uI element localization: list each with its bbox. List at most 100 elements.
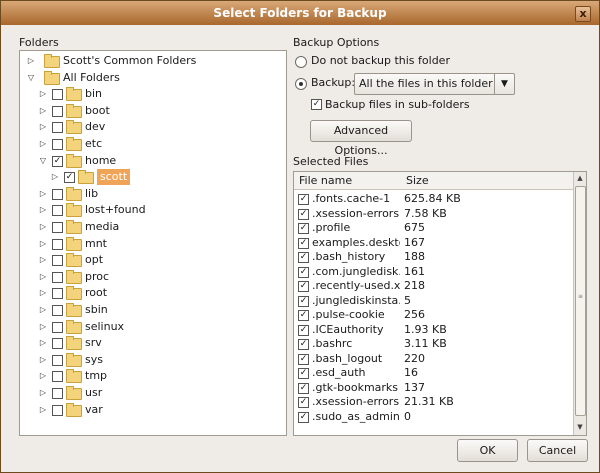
ok-button[interactable]: OK: [457, 439, 518, 462]
scroll-down-arrow-icon[interactable]: ▼: [574, 421, 586, 433]
expander-closed-icon[interactable]: ▷: [38, 202, 48, 218]
expander-open-icon[interactable]: ▽: [38, 153, 48, 169]
backup-label[interactable]: Backup:: [311, 76, 355, 89]
expander-open-icon[interactable]: ▽: [26, 70, 36, 86]
file-checkbox[interactable]: ✓: [298, 266, 309, 278]
expander-closed-icon[interactable]: ▷: [38, 319, 48, 335]
scroll-up-arrow-icon[interactable]: ▲: [574, 172, 586, 184]
file-checkbox[interactable]: ✓: [298, 324, 309, 336]
folder-checkbox[interactable]: [52, 222, 63, 233]
folder-checkbox[interactable]: [52, 238, 63, 250]
tree-row[interactable]: ▷ boot: [20, 103, 284, 119]
folder-checkbox[interactable]: [52, 321, 63, 333]
file-checkbox[interactable]: ✓: [298, 382, 309, 394]
tree-row[interactable]: ▷ etc: [20, 136, 284, 152]
folder-tree[interactable]: ▷ Scott's Common Folders ▽ All Folders ▷ bin ▷…: [19, 50, 287, 436]
tree-row[interactable]: ▷ usr: [20, 385, 284, 401]
column-size[interactable]: Size: [406, 174, 429, 187]
file-checkbox[interactable]: ✓: [298, 281, 309, 292]
expander-closed-icon[interactable]: ▷: [38, 119, 48, 135]
expander-closed-icon[interactable]: ▷: [38, 269, 48, 285]
expander-closed-icon[interactable]: ▷: [38, 186, 48, 202]
tree-row[interactable]: ▽ All Folders: [20, 70, 284, 86]
expander-closed-icon[interactable]: ▷: [38, 335, 48, 351]
title-bar[interactable]: Select Folders for Backup x: [1, 1, 599, 25]
expander-closed-icon[interactable]: ▷: [50, 169, 60, 185]
file-checkbox[interactable]: ✓: [298, 295, 309, 307]
tree-row[interactable]: ▷ root: [20, 285, 284, 301]
close-button[interactable]: x: [575, 6, 591, 22]
expander-closed-icon[interactable]: ▷: [38, 103, 48, 119]
column-file-name[interactable]: File name: [299, 174, 352, 187]
tree-row[interactable]: ▽ ✓ home: [20, 153, 284, 169]
backup-mode-dropdown[interactable]: All the files in this folder ▼: [354, 73, 515, 95]
tree-row[interactable]: ▷ tmp: [20, 368, 284, 384]
tree-row[interactable]: ▷ dev: [20, 119, 284, 135]
file-checkbox[interactable]: ✓: [298, 397, 309, 408]
folder-checkbox[interactable]: [52, 255, 63, 267]
folder-checkbox[interactable]: [52, 404, 63, 416]
expander-closed-icon[interactable]: ▷: [38, 285, 48, 301]
advanced-options-button[interactable]: Advanced Options...: [310, 120, 412, 157]
expander-closed-icon[interactable]: ▷: [38, 219, 48, 235]
tree-row[interactable]: ▷ srv: [20, 335, 284, 351]
file-checkbox[interactable]: ✓: [298, 252, 309, 263]
file-checkbox[interactable]: ✓: [298, 411, 309, 423]
file-checkbox[interactable]: ✓: [298, 368, 309, 379]
tree-row[interactable]: ▷ lost+found: [20, 202, 284, 218]
folder-checkbox[interactable]: [52, 371, 63, 383]
expander-closed-icon[interactable]: ▷: [38, 352, 48, 368]
no-backup-radio[interactable]: [295, 56, 307, 68]
expander-closed-icon[interactable]: ▷: [38, 302, 48, 318]
scroll-thumb[interactable]: ≡: [575, 186, 586, 416]
files-scrollbar[interactable]: ▲ ≡ ▼: [573, 172, 586, 435]
file-checkbox[interactable]: ✓: [298, 353, 309, 365]
tree-row[interactable]: ▷ mnt: [20, 236, 284, 252]
file-checkbox[interactable]: ✓: [298, 194, 309, 205]
folder-checkbox[interactable]: [52, 354, 63, 366]
expander-closed-icon[interactable]: ▷: [38, 385, 48, 401]
expander-closed-icon[interactable]: ▷: [38, 86, 48, 102]
selected-files-list[interactable]: File name Size ✓ .fonts.cache-1 625.84 KB ✓…: [293, 171, 587, 436]
file-row[interactable]: ✓.sudo_as_admin... 0: [294, 409, 584, 425]
expander-closed-icon[interactable]: ▷: [38, 402, 48, 418]
file-checkbox[interactable]: ✓: [298, 339, 309, 350]
folder-checkbox[interactable]: [52, 139, 63, 150]
file-checkbox[interactable]: ✓: [298, 208, 309, 220]
folder-checkbox[interactable]: [52, 122, 63, 134]
backup-radio[interactable]: [295, 78, 307, 90]
tree-row[interactable]: ▷ opt: [20, 252, 284, 268]
folder-checkbox[interactable]: [52, 89, 63, 101]
tree-row[interactable]: ▷ var: [20, 402, 284, 418]
folder-checkbox[interactable]: [52, 271, 63, 283]
folder-checkbox[interactable]: [52, 388, 63, 399]
subfolders-label[interactable]: Backup files in sub-folders: [325, 98, 470, 111]
subfolders-checkbox[interactable]: ✓: [311, 99, 322, 110]
expander-closed-icon[interactable]: ▷: [38, 136, 48, 152]
folder-checkbox[interactable]: ✓: [64, 172, 75, 184]
folder-checkbox[interactable]: [52, 338, 63, 350]
tree-row[interactable]: ▷ selinux: [20, 319, 284, 335]
cancel-button[interactable]: Cancel: [527, 439, 588, 462]
expander-closed-icon[interactable]: ▷: [38, 252, 48, 268]
expander-closed-icon[interactable]: ▷: [38, 236, 48, 252]
folder-checkbox[interactable]: ✓: [52, 155, 63, 167]
no-backup-label[interactable]: Do not backup this folder: [311, 54, 450, 67]
expander-closed-icon[interactable]: ▷: [38, 368, 48, 384]
tree-row[interactable]: ▷ proc: [20, 269, 284, 285]
folder-checkbox[interactable]: [52, 305, 63, 316]
tree-row[interactable]: ▷ media: [20, 219, 284, 235]
file-checkbox[interactable]: ✓: [298, 237, 309, 249]
tree-row[interactable]: ▷ Scott's Common Folders: [20, 53, 284, 69]
folder-checkbox[interactable]: [52, 105, 63, 117]
expander-closed-icon[interactable]: ▷: [26, 53, 36, 69]
tree-row[interactable]: ▷ lib: [20, 186, 284, 202]
tree-row[interactable]: ▷ ✓ scott: [20, 169, 284, 186]
file-checkbox[interactable]: ✓: [298, 310, 309, 321]
tree-row[interactable]: ▷ sys: [20, 352, 284, 368]
tree-row[interactable]: ▷ bin: [20, 86, 284, 102]
file-checkbox[interactable]: ✓: [298, 223, 309, 234]
folder-checkbox[interactable]: [52, 205, 63, 217]
tree-row[interactable]: ▷ sbin: [20, 302, 284, 318]
folder-checkbox[interactable]: [52, 188, 63, 200]
